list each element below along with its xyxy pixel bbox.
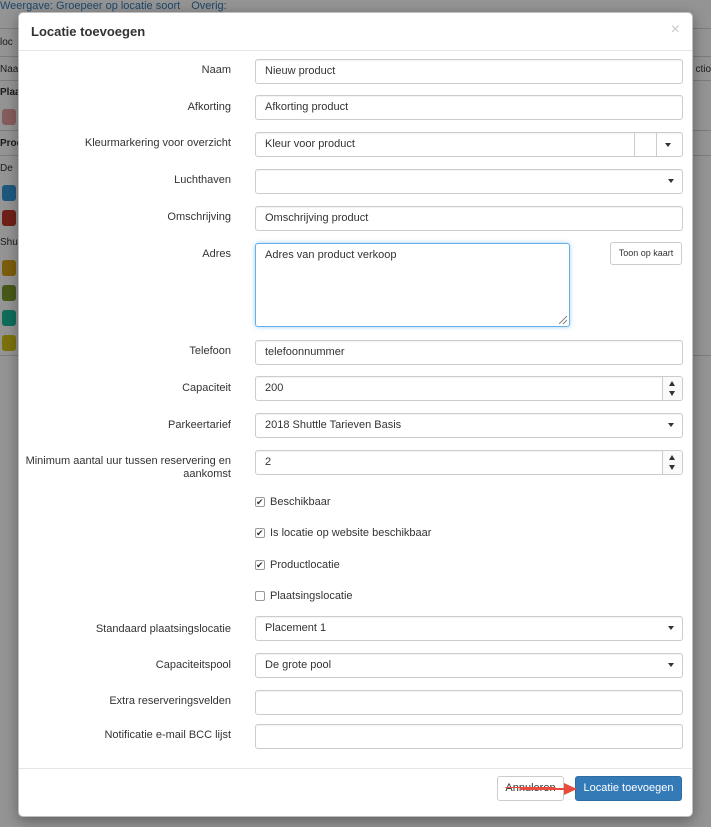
- extra-label: Extra reserveringsvelden: [109, 695, 231, 707]
- divider: [656, 133, 657, 156]
- productlocatie-label: Productlocatie: [270, 559, 340, 571]
- plaatsingslocatie-checkbox[interactable]: [255, 591, 265, 601]
- website-checkbox[interactable]: [255, 526, 265, 540]
- minimum-input[interactable]: 2: [255, 450, 683, 475]
- afkorting-label: Afkorting: [187, 101, 231, 113]
- chevron-down-icon[interactable]: [665, 143, 671, 147]
- color-picker[interactable]: Kleur voor product: [255, 132, 683, 157]
- parkeertarief-label: Parkeertarief: [168, 419, 231, 431]
- minimum-label: Minimum aantal uur tussen reservering en…: [25, 455, 231, 480]
- parkeertarief-select[interactable]: 2018 Shuttle Tarieven Basis: [255, 413, 683, 438]
- afkorting-input[interactable]: Afkorting product: [255, 95, 683, 120]
- notificatie-label: Notificatie e-mail BCC lijst: [104, 729, 231, 741]
- adres-label: Adres: [202, 248, 231, 260]
- modal-header: Locatie toevoegen ×: [19, 13, 692, 51]
- standaard-value: Placement 1: [265, 622, 327, 634]
- adres-value: Adres van product verkoop: [265, 249, 397, 261]
- plaatsingslocatie-label: Plaatsingslocatie: [270, 590, 353, 602]
- capaciteit-input[interactable]: 200: [255, 376, 683, 401]
- omschrijving-input[interactable]: Omschrijving product: [255, 206, 683, 231]
- notificatie-input[interactable]: [255, 724, 683, 749]
- naam-label: Naam: [201, 64, 231, 76]
- beschikbaar-label: Beschikbaar: [270, 496, 331, 508]
- chevron-down-icon: [668, 626, 674, 630]
- chevron-down-icon: [668, 663, 674, 667]
- productlocatie-checkbox[interactable]: [255, 558, 265, 572]
- number-stepper[interactable]: [662, 377, 682, 400]
- beschikbaar-checkbox[interactable]: [255, 495, 265, 509]
- add-location-modal: Locatie toevoegen × Naam Nieuw product A…: [18, 12, 693, 817]
- luchthaven-label: Luchthaven: [174, 174, 231, 186]
- parkeertarief-value: 2018 Shuttle Tarieven Basis: [265, 419, 402, 431]
- kleur-label: Kleurmarkering voor overzicht: [84, 137, 231, 149]
- capaciteitspool-label: Capaciteitspool: [155, 659, 231, 671]
- luchthaven-select[interactable]: [255, 169, 683, 194]
- stepper-down-icon[interactable]: [669, 465, 675, 470]
- omschrijving-label: Omschrijving: [167, 211, 231, 223]
- telefoon-label: Telefoon: [189, 345, 231, 357]
- standaard-label: Standaard plaatsingslocatie: [95, 623, 231, 635]
- minimum-value: 2: [265, 456, 272, 468]
- divider: [634, 133, 635, 156]
- adres-textarea[interactable]: Adres van product verkoop: [255, 243, 570, 327]
- color-picker-text: Kleur voor product: [265, 138, 355, 150]
- standaard-select[interactable]: Placement 1: [255, 616, 683, 641]
- telefoon-input[interactable]: telefoonnummer: [255, 340, 683, 365]
- resize-handle[interactable]: [559, 316, 567, 324]
- close-icon[interactable]: ×: [671, 22, 680, 38]
- stepper-up-icon[interactable]: [669, 455, 675, 460]
- capaciteitspool-select[interactable]: De grote pool: [255, 653, 683, 678]
- capaciteit-value: 200: [265, 382, 284, 394]
- stepper-up-icon[interactable]: [669, 381, 675, 386]
- website-label: Is locatie op website beschikbaar: [270, 527, 432, 539]
- annotation-arrow-icon: [520, 783, 577, 795]
- submit-button[interactable]: Locatie toevoegen: [575, 776, 682, 801]
- show-on-map-button[interactable]: Toon op kaart: [610, 242, 682, 265]
- capaciteitspool-value: De grote pool: [265, 659, 332, 671]
- capaciteit-label: Capaciteit: [182, 382, 231, 394]
- chevron-down-icon: [668, 179, 674, 183]
- modal-title: Locatie toevoegen: [31, 24, 146, 39]
- extra-input[interactable]: [255, 690, 683, 715]
- chevron-down-icon: [668, 423, 674, 427]
- naam-input[interactable]: Nieuw product: [255, 59, 683, 84]
- number-stepper[interactable]: [662, 451, 682, 474]
- stepper-down-icon[interactable]: [669, 391, 675, 396]
